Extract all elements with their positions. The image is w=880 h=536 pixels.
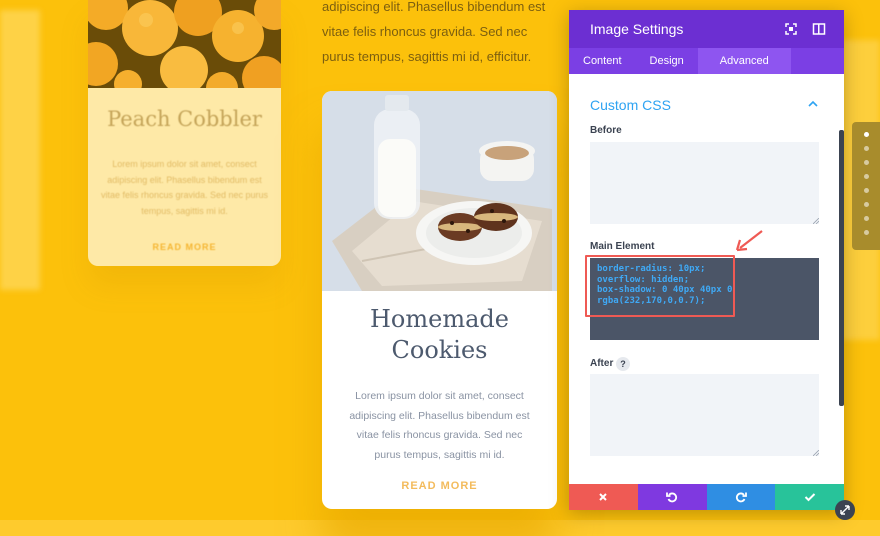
tab-content[interactable]: Content bbox=[569, 48, 636, 74]
before-css-textarea[interactable] bbox=[590, 142, 819, 224]
peach-card-title: Peach Cobbler bbox=[107, 107, 262, 131]
undo-icon bbox=[666, 492, 678, 503]
dot-nav-item[interactable] bbox=[864, 216, 869, 221]
panel-resize-handle[interactable] bbox=[835, 500, 855, 520]
undo-button[interactable] bbox=[637, 484, 707, 510]
sidebar-toggle-icon[interactable] bbox=[812, 22, 826, 36]
annotation-arrow-icon bbox=[735, 230, 763, 252]
check-icon bbox=[804, 493, 815, 502]
dot-navigation bbox=[852, 122, 880, 250]
cookie-read-more-link[interactable]: READ MORE bbox=[322, 480, 557, 492]
highlight-annotation-box bbox=[585, 255, 735, 317]
dot-nav-item[interactable] bbox=[864, 230, 869, 235]
dot-nav-item[interactable] bbox=[864, 188, 869, 193]
before-label: Before bbox=[590, 125, 622, 136]
main-element-label: Main Element bbox=[590, 241, 655, 252]
panel-header: Image Settings bbox=[569, 10, 844, 48]
cookie-card-text: Lorem ipsum dolor sit amet, consect adip… bbox=[349, 390, 530, 461]
discard-button[interactable] bbox=[569, 484, 638, 510]
tab-advanced[interactable]: Advanced bbox=[697, 48, 791, 74]
dot-nav-item[interactable] bbox=[864, 160, 869, 165]
cookies-photo bbox=[322, 91, 557, 291]
panel-scrollbar[interactable] bbox=[839, 130, 844, 406]
background-blur-left bbox=[0, 10, 40, 290]
peach-photo bbox=[88, 0, 281, 88]
save-button[interactable] bbox=[775, 484, 844, 510]
dot-nav-item[interactable] bbox=[864, 174, 869, 179]
panel-title: Image Settings bbox=[590, 21, 684, 37]
help-icon[interactable]: ? bbox=[616, 357, 630, 371]
peach-card-text: Lorem ipsum dolor sit amet, consect adip… bbox=[100, 159, 269, 216]
cookie-card-title: Homemade Cookies bbox=[370, 305, 509, 364]
redo-button[interactable] bbox=[706, 484, 776, 510]
panel-footer bbox=[569, 484, 844, 510]
peach-cobbler-card: Peach Cobbler Lorem ipsum dolor sit amet… bbox=[88, 0, 281, 266]
textarea-resize-grip-icon[interactable] bbox=[813, 218, 819, 224]
resize-icon bbox=[840, 505, 850, 515]
redo-icon bbox=[735, 492, 747, 503]
textarea-resize-grip-icon[interactable] bbox=[813, 450, 819, 456]
expand-icon[interactable] bbox=[784, 22, 798, 36]
background-band-bottom bbox=[0, 520, 880, 536]
after-css-textarea[interactable] bbox=[590, 374, 819, 456]
dot-nav-item[interactable] bbox=[864, 132, 869, 137]
chevron-up-icon[interactable] bbox=[807, 98, 819, 110]
panel-tabs: Content Design Advanced bbox=[569, 48, 844, 74]
top-paragraph-text: adipiscing elit. Phasellus bibendum est … bbox=[322, 0, 546, 64]
dot-nav-item[interactable] bbox=[864, 146, 869, 151]
peach-read-more-link[interactable]: READ MORE bbox=[88, 242, 281, 252]
homemade-cookies-card: Homemade Cookies Lorem ipsum dolor sit a… bbox=[322, 91, 557, 509]
dot-nav-item[interactable] bbox=[864, 202, 869, 207]
custom-css-section-title[interactable]: Custom CSS bbox=[590, 97, 671, 113]
after-label: After bbox=[590, 358, 614, 369]
close-icon bbox=[599, 493, 608, 501]
tab-design[interactable]: Design bbox=[636, 48, 698, 74]
